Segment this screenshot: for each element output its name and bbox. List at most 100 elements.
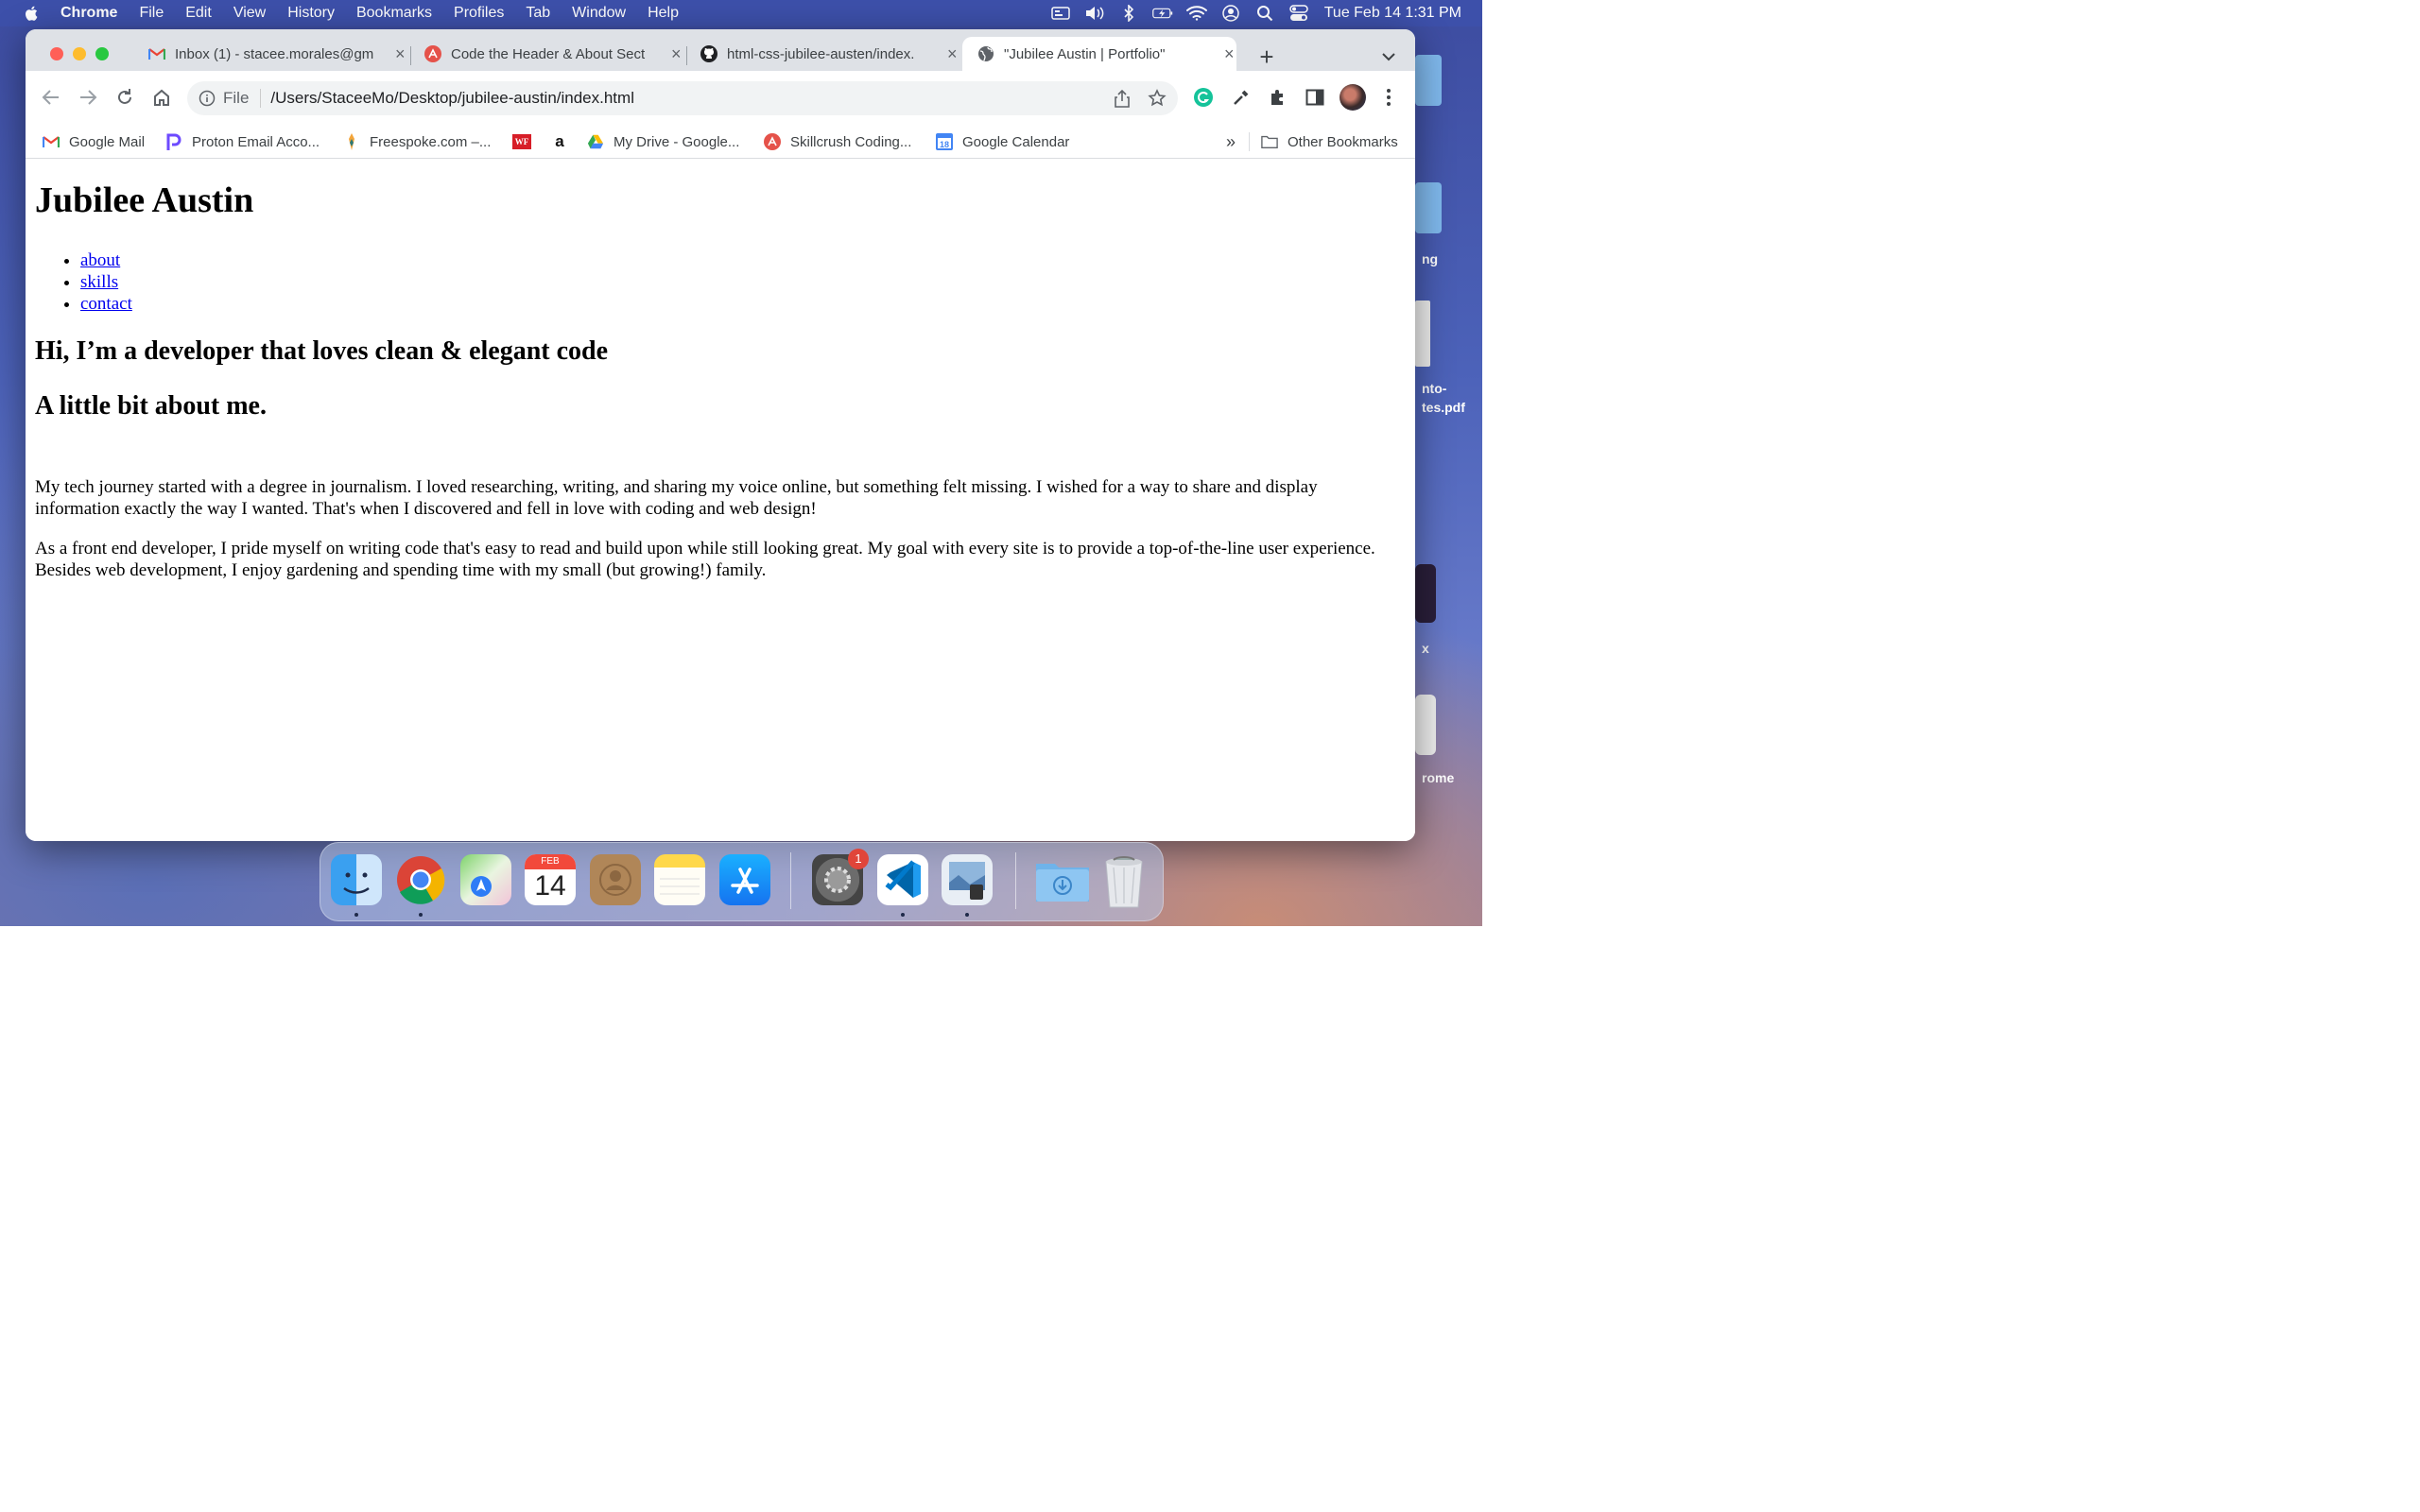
- web-page: Jubilee Austin about skills contact Hi, …: [26, 159, 1415, 841]
- other-bookmarks-folder[interactable]: Other Bookmarks: [1261, 126, 1398, 158]
- menu-view[interactable]: View: [233, 5, 266, 22]
- desktop-chrome-icon[interactable]: [1415, 695, 1436, 755]
- trash-icon[interactable]: [1100, 854, 1151, 908]
- tab-skillcrush[interactable]: Code the Header & About Sect ×: [409, 37, 683, 71]
- close-tab-icon[interactable]: ×: [668, 44, 683, 63]
- control-center-icon[interactable]: [1288, 5, 1309, 22]
- battery-icon[interactable]: [1151, 5, 1173, 22]
- bookmark-label: Google Mail: [69, 133, 146, 150]
- minimize-window-button[interactable]: [73, 47, 86, 60]
- desktop-item-label: x: [1422, 641, 1429, 656]
- share-icon[interactable]: [1114, 89, 1131, 108]
- tab-github[interactable]: html-css-jubilee-austen/index. ×: [685, 37, 959, 71]
- bookmark-google-mail[interactable]: Google Mail: [43, 126, 145, 158]
- desktop-item-label: tes.pdf: [1422, 400, 1465, 415]
- screen-mirroring-icon[interactable]: [1050, 5, 1071, 22]
- nav-link-skills[interactable]: skills: [80, 272, 118, 292]
- bookmark-google-drive[interactable]: My Drive - Google...: [587, 126, 739, 158]
- bookmark-label: Google Calendar: [962, 133, 1070, 150]
- app-store-icon[interactable]: [719, 854, 770, 905]
- desktop-item-label: ng: [1422, 251, 1439, 266]
- desktop-pdf-icon[interactable]: [1415, 301, 1430, 367]
- bluetooth-icon[interactable]: [1118, 5, 1139, 22]
- menu-clock[interactable]: Tue Feb 14 1:31 PM: [1324, 5, 1461, 22]
- menu-help[interactable]: Help: [648, 5, 679, 22]
- notes-icon[interactable]: [654, 854, 705, 905]
- new-tab-icon[interactable]: +: [1255, 43, 1278, 71]
- hero-heading: Hi, I’m a developer that loves clean & e…: [35, 336, 609, 366]
- preview-icon[interactable]: [942, 854, 993, 905]
- desktop-folder-icon[interactable]: [1415, 182, 1442, 233]
- close-window-button[interactable]: [50, 47, 63, 60]
- nav-link-about[interactable]: about: [80, 250, 120, 270]
- address-bar[interactable]: File /Users/StaceeMo/Desktop/jubilee-aus…: [187, 81, 1178, 115]
- calendar-day: 14: [534, 870, 566, 902]
- profile-avatar[interactable]: [1340, 84, 1366, 111]
- grammarly-extension-icon[interactable]: [1192, 86, 1215, 109]
- notification-badge: 1: [848, 849, 869, 869]
- home-icon[interactable]: [150, 86, 173, 109]
- tab-gmail[interactable]: Inbox (1) - stacee.morales@gm ×: [133, 37, 407, 71]
- bookmark-proton[interactable]: Proton Email Acco...: [165, 126, 320, 158]
- site-nav: about skills contact: [35, 249, 132, 315]
- calendar-icon: 18: [936, 133, 953, 150]
- nav-link-contact[interactable]: contact: [80, 294, 132, 314]
- chrome-icon[interactable]: [395, 854, 446, 905]
- user-account-icon[interactable]: [1220, 5, 1241, 22]
- close-tab-icon[interactable]: ×: [944, 44, 959, 63]
- running-indicator: [965, 913, 969, 917]
- bookmark-skillcrush[interactable]: Skillcrush Coding...: [764, 126, 911, 158]
- desktop-item-label: rome: [1422, 770, 1455, 785]
- volume-icon[interactable]: [1084, 5, 1105, 22]
- menu-history[interactable]: History: [287, 5, 335, 22]
- bookmark-google-calendar[interactable]: 18 Google Calendar: [936, 126, 1069, 158]
- tab-portfolio[interactable]: "Jubilee Austin | Portfolio" ×: [962, 37, 1236, 71]
- close-tab-icon[interactable]: ×: [392, 44, 407, 63]
- downloads-folder-icon[interactable]: [1034, 854, 1089, 905]
- bookmark-freespoke[interactable]: Freespoke.com –...: [343, 126, 491, 158]
- url-text[interactable]: /Users/StaceeMo/Desktop/jubilee-austin/i…: [270, 89, 634, 108]
- page-title: Jubilee Austin: [35, 180, 254, 220]
- forward-icon[interactable]: [77, 86, 99, 109]
- back-icon[interactable]: [40, 86, 62, 109]
- about-heading: A little bit about me.: [35, 391, 267, 421]
- reload-icon[interactable]: [113, 86, 136, 109]
- dock-divider: [1015, 852, 1016, 909]
- nav-item: skills: [80, 271, 132, 293]
- chrome-menu-icon[interactable]: [1377, 86, 1400, 109]
- desktop-item-label: nto-: [1422, 381, 1447, 396]
- tab-title: Inbox (1) - stacee.morales@gm: [175, 45, 374, 62]
- maps-icon[interactable]: [460, 854, 511, 905]
- bookmark-amazon[interactable]: a: [551, 126, 578, 158]
- desktop-app-icon[interactable]: [1415, 564, 1436, 623]
- calendar-icon[interactable]: FEB 14: [525, 854, 576, 905]
- menu-edit[interactable]: Edit: [185, 5, 212, 22]
- desktop-folder-icon[interactable]: [1415, 55, 1442, 106]
- apple-icon[interactable]: [23, 4, 42, 23]
- folder-icon: [1261, 133, 1278, 150]
- bookmarks-overflow-button[interactable]: »: [1226, 126, 1236, 158]
- menu-file[interactable]: File: [139, 5, 164, 22]
- side-panel-icon[interactable]: [1304, 86, 1326, 109]
- wifi-icon[interactable]: [1185, 5, 1207, 22]
- system-preferences-icon[interactable]: 1: [812, 849, 869, 905]
- vscode-icon[interactable]: [877, 854, 928, 905]
- tab-search-chevron-icon[interactable]: [1377, 45, 1400, 68]
- menu-profiles[interactable]: Profiles: [454, 5, 504, 22]
- spotlight-search-icon[interactable]: [1254, 5, 1275, 22]
- contacts-icon[interactable]: [590, 854, 641, 905]
- zoom-window-button[interactable]: [95, 47, 109, 60]
- extensions-puzzle-icon[interactable]: [1267, 86, 1289, 109]
- menu-bar: Chrome File Edit View History Bookmarks …: [0, 0, 1482, 26]
- menu-tab[interactable]: Tab: [526, 5, 550, 22]
- close-tab-icon[interactable]: ×: [1221, 44, 1236, 63]
- menu-app-chrome[interactable]: Chrome: [60, 5, 117, 22]
- eyedropper-extension-icon[interactable]: [1230, 86, 1253, 109]
- site-info-icon[interactable]: [199, 90, 216, 107]
- menu-bookmarks[interactable]: Bookmarks: [356, 5, 432, 22]
- menu-window[interactable]: Window: [572, 5, 626, 22]
- bookmarks-divider: [1249, 132, 1250, 151]
- bookmark-star-icon[interactable]: [1148, 89, 1167, 108]
- bookmark-wf[interactable]: WF: [512, 126, 541, 158]
- finder-icon[interactable]: [331, 854, 382, 905]
